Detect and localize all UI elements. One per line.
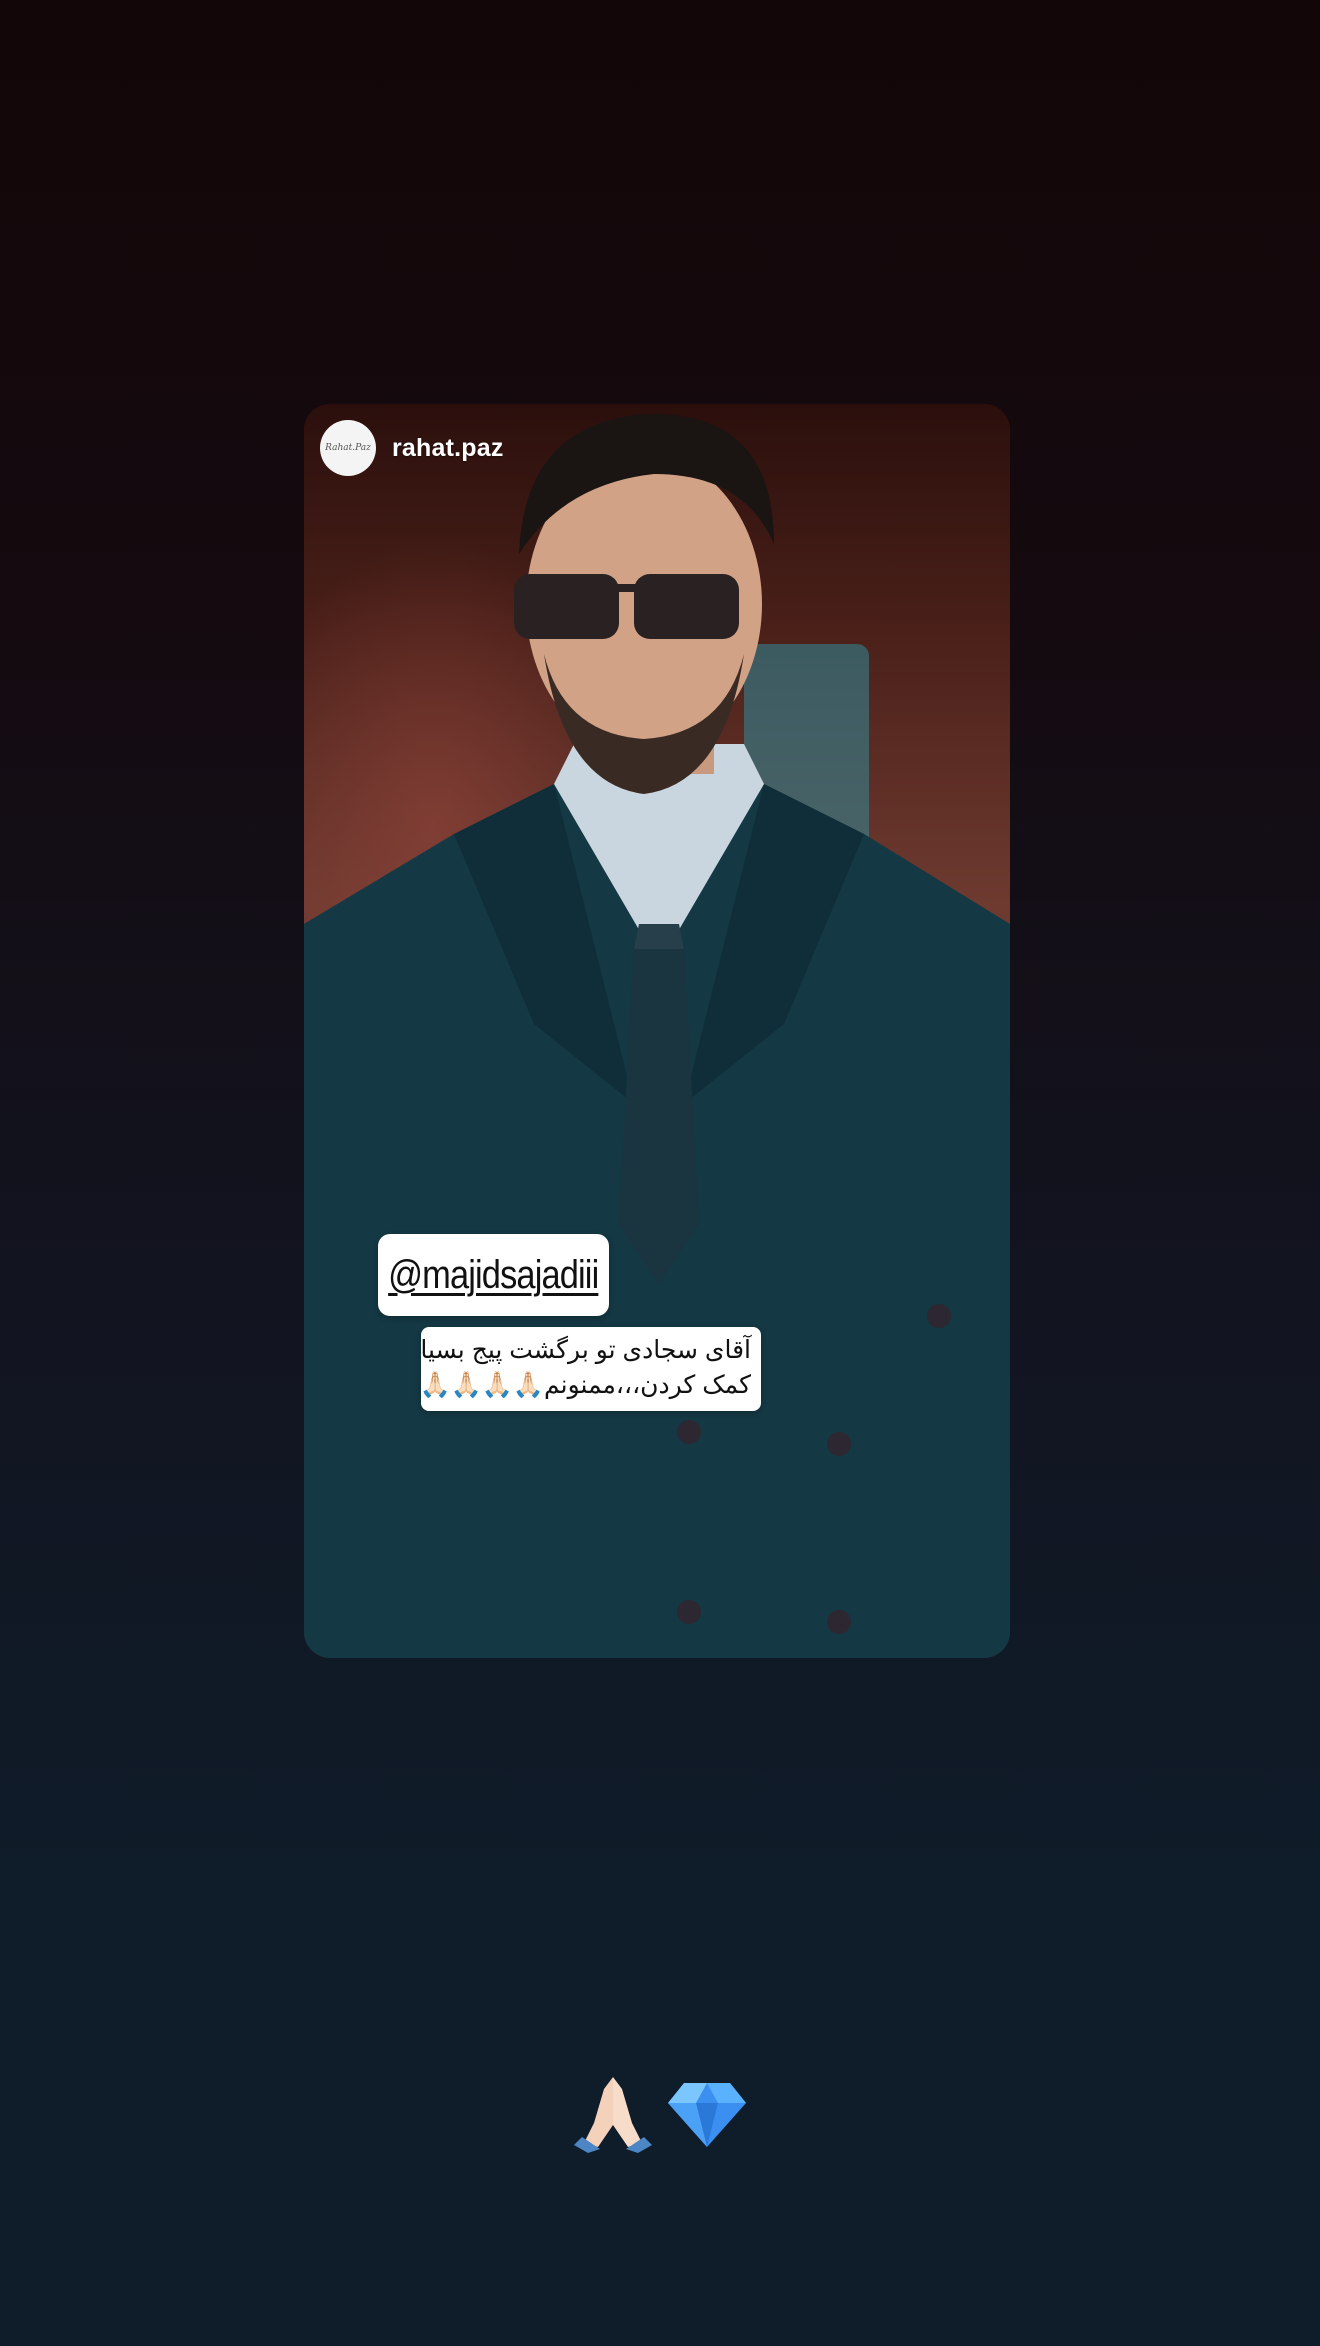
story-card[interactable]: Rahat.Paz rahat.paz @majidsajadiii آقای …: [304, 404, 1010, 1658]
folded-hands-icon[interactable]: [568, 2065, 658, 2155]
avatar[interactable]: Rahat.Paz: [320, 420, 376, 476]
caption-line: آقای سجادی تو برگشت پیج بسیار: [421, 1336, 751, 1364]
caption-line: کمک کردن،،،ممنونم🙏🏻🙏🏻🙏🏻🙏🏻: [421, 1371, 751, 1399]
story-header: Rahat.Paz rahat.paz: [320, 420, 504, 476]
mention-sticker[interactable]: @majidsajadiii: [378, 1234, 609, 1316]
story-photo: [304, 404, 1010, 1658]
folded-hands-icon-graphic: [574, 2077, 652, 2153]
mention-sticker-text: @majidsajadiii: [388, 1252, 599, 1297]
caption-text-box: آقای سجادی تو برگشت پیج بسیار کمک کردن،،…: [421, 1327, 761, 1411]
username[interactable]: rahat.paz: [392, 434, 504, 463]
photo-illustration: [304, 413, 1010, 1658]
reaction-row: [0, 2062, 1320, 2158]
gem-stone-icon-graphic: [668, 2083, 746, 2147]
gem-stone-icon[interactable]: [662, 2065, 752, 2155]
